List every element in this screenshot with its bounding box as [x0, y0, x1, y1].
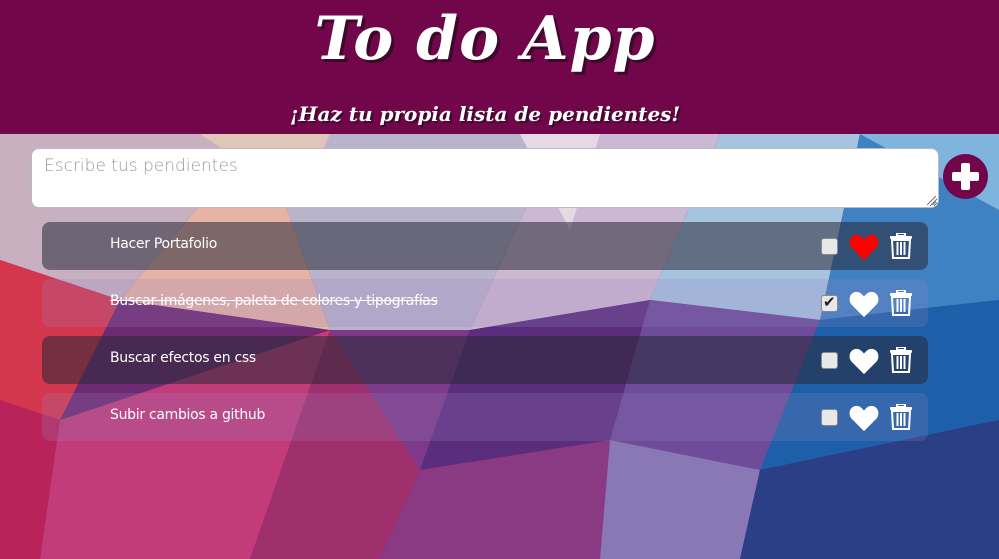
trash-icon[interactable] — [890, 404, 912, 430]
todo-item: Buscar efectos en css — [42, 336, 928, 384]
app-subtitle: ¡Haz tu propia lista de pendientes! — [289, 102, 681, 126]
todo-item-text: Hacer Portafolio — [110, 236, 217, 252]
trash-icon[interactable] — [890, 233, 912, 259]
complete-checkbox[interactable] — [821, 238, 838, 255]
todo-item-text: Subir cambios a github — [110, 407, 266, 423]
todo-item-text: Buscar efectos en css — [110, 350, 256, 366]
trash-icon[interactable] — [890, 347, 912, 373]
heart-icon[interactable] — [849, 291, 879, 318]
app-title: To do App — [314, 4, 656, 74]
add-todo-button[interactable] — [943, 154, 988, 199]
todo-input[interactable] — [31, 148, 939, 208]
checkmark-icon: ✔ — [823, 293, 836, 311]
heart-icon[interactable] — [849, 348, 879, 375]
todo-item: Hacer Portafolio — [42, 222, 928, 270]
app-header: To do App ¡Haz tu propia lista de pendie… — [0, 0, 999, 134]
complete-checkbox[interactable] — [821, 409, 838, 426]
complete-checkbox[interactable] — [821, 352, 838, 369]
complete-checkbox[interactable]: ✔ — [821, 293, 838, 312]
resize-handle-icon[interactable] — [927, 196, 936, 205]
todo-item: Subir cambios a github — [42, 393, 928, 441]
heart-icon[interactable] — [849, 405, 879, 432]
todo-item: Buscar imágenes, paleta de colores y tip… — [42, 279, 928, 327]
heart-icon[interactable] — [849, 234, 879, 261]
trash-icon[interactable] — [890, 290, 912, 316]
todo-item-text: Buscar imágenes, paleta de colores y tip… — [110, 293, 438, 309]
